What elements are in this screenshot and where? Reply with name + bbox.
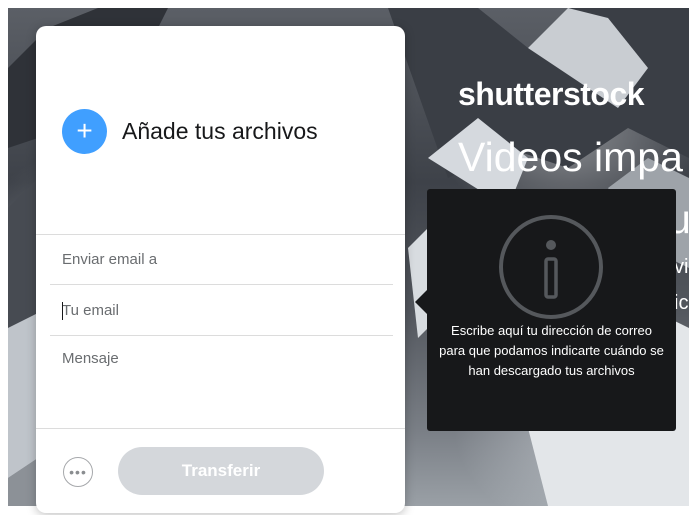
brand-logo-text: shutterstock: [458, 76, 645, 112]
plus-icon: +: [76, 115, 93, 146]
hero-subtext-line2: ic: [674, 292, 689, 314]
hero-subtext-line1: vi: [674, 256, 689, 278]
page-frame: shutterstock Videos impa u vi ic + Añade…: [0, 0, 689, 515]
divider: [36, 428, 405, 429]
your-email-input[interactable]: [50, 286, 393, 336]
email-info-tooltip: Escribe aquí tu dirección de correo para…: [427, 189, 676, 431]
hero-headline: Videos impa: [458, 134, 683, 180]
more-options-button[interactable]: •••: [63, 457, 93, 487]
send-to-email-input[interactable]: [50, 235, 393, 285]
transfer-button[interactable]: Transferir: [118, 447, 324, 495]
add-files-row[interactable]: + Añade tus archivos: [62, 108, 318, 154]
message-textarea[interactable]: [50, 338, 393, 422]
transfer-panel: + Añade tus archivos ••• Transferir: [36, 26, 405, 513]
add-files-label: Añade tus archivos: [122, 117, 318, 144]
tooltip-arrow: [415, 290, 427, 314]
info-icon: [499, 215, 603, 319]
text-cursor: [62, 302, 63, 320]
tooltip-text: Escribe aquí tu dirección de correo para…: [439, 323, 664, 378]
add-files-button[interactable]: +: [62, 108, 107, 154]
more-options-icon: •••: [69, 464, 87, 480]
